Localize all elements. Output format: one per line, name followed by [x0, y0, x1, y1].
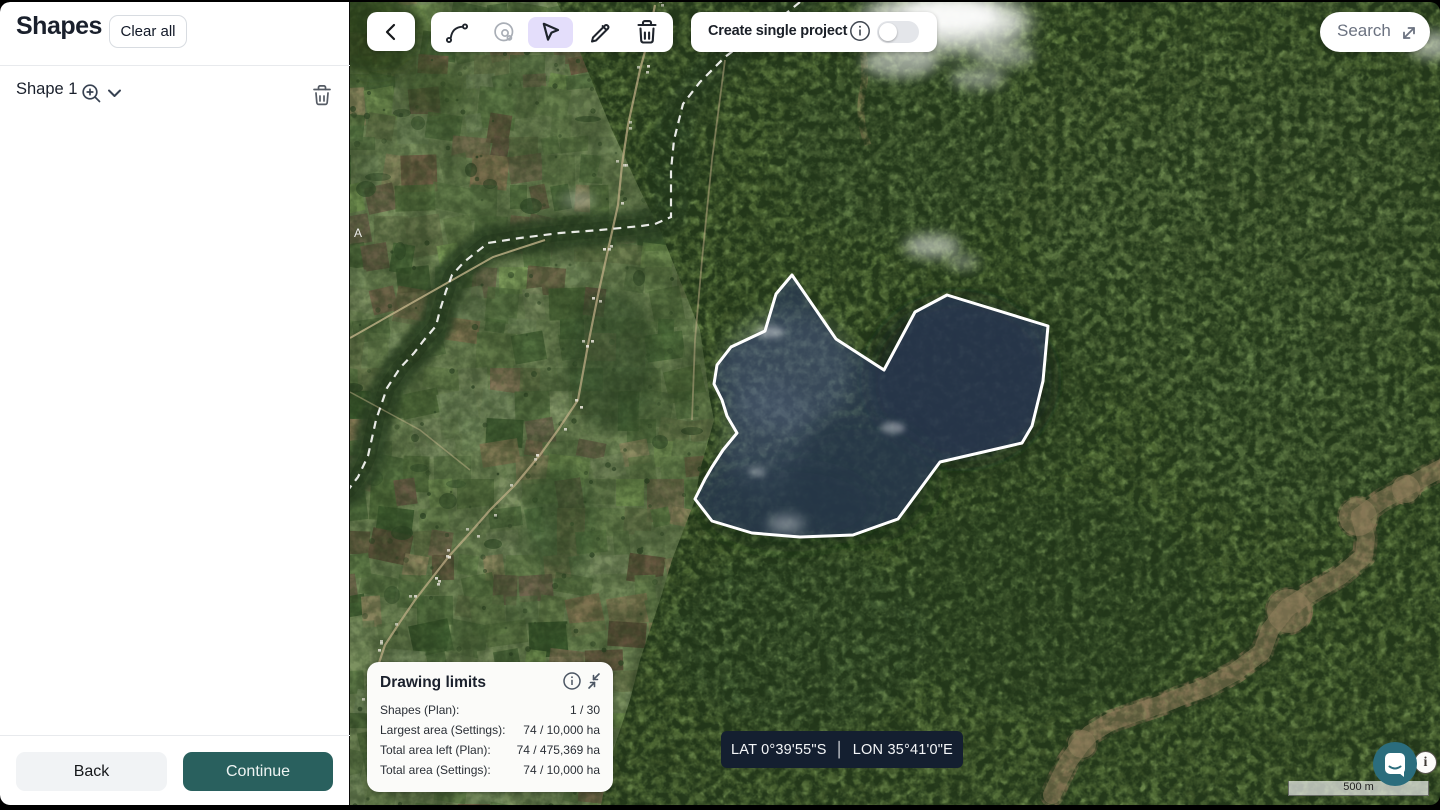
svg-text:A: A	[354, 226, 362, 240]
